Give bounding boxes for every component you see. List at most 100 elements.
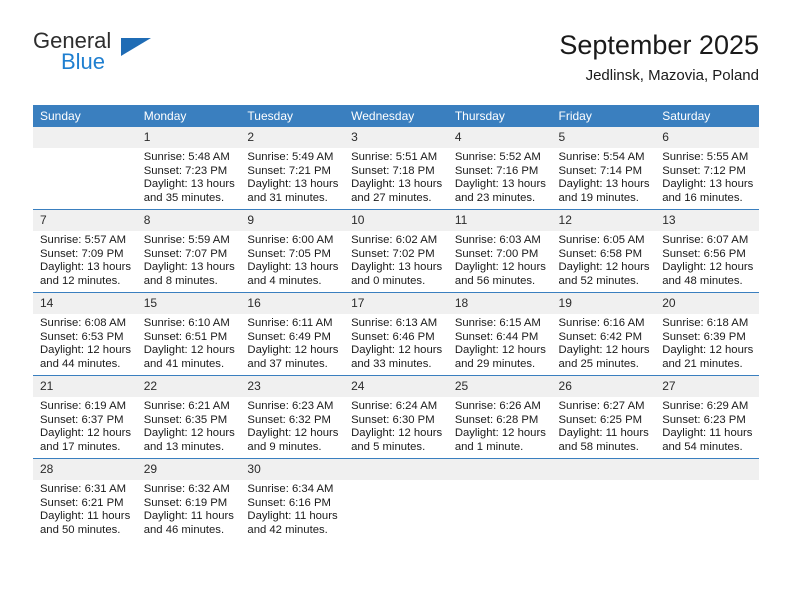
daylight-text-line2: and 12 minutes. (40, 274, 121, 287)
day-number: 26 (551, 376, 656, 397)
calendar-day-cell[interactable]: 16 Sunrise: 6:11 AM Sunset: 6:49 PM Dayligh… (240, 292, 345, 376)
daylight-text-line2: and 56 minutes. (454, 274, 536, 287)
calendar-day-cell[interactable]: 1 Sunrise: 5:48 AM Sunset: 7:23 PM Daylight… (136, 127, 241, 210)
weekday-header-sunday: Sunday (33, 105, 137, 127)
sunrise-text: Sunrise: 6:19 AM (40, 400, 127, 412)
sunrise-text: Sunrise: 5:49 AM (247, 151, 334, 163)
calendar-day-cell[interactable]: 11 Sunrise: 6:03 AM Sunset: 7:00 PM Dayligh… (447, 209, 552, 293)
calendar-cell-inner (344, 459, 448, 541)
day-number: 23 (240, 376, 345, 397)
daylight-text-line1: Daylight: 12 hours (454, 427, 546, 440)
day-info: Sunrise: 6:00 AM Sunset: 7:05 PM Daylight:… (240, 231, 344, 288)
daylight-text-line2: and 5 minutes. (351, 440, 426, 453)
sunrise-text: Sunrise: 6:07 AM (662, 234, 749, 246)
calendar-day-cell[interactable]: 30 Sunrise: 6:34 AM Sunset: 6:16 PM Dayligh… (240, 458, 345, 541)
calendar-day-cell[interactable]: 10 Sunrise: 6:02 AM Sunset: 7:02 PM Dayligh… (344, 209, 448, 293)
calendar-day-cell[interactable]: 7 Sunrise: 5:57 AM Sunset: 7:09 PM Daylight… (33, 209, 137, 293)
sunrise-text: Sunrise: 5:51 AM (351, 151, 438, 163)
sunset-text: Sunset: 6:35 PM (143, 413, 228, 426)
general-blue-logo[interactable]: General Blue (33, 28, 233, 88)
calendar-day-cell[interactable]: 5 Sunrise: 5:54 AM Sunset: 7:14 PM Daylight… (551, 127, 656, 210)
calendar-cell-inner: 9 Sunrise: 6:00 AM Sunset: 7:05 PM Daylight… (240, 210, 345, 293)
sunrise-text: Sunrise: 5:59 AM (143, 234, 230, 246)
sunset-text: Sunset: 6:21 PM (40, 496, 124, 509)
calendar-cell-inner: 11 Sunrise: 6:03 AM Sunset: 7:00 PM Dayligh… (447, 210, 552, 293)
day-number: 15 (136, 293, 241, 314)
sunset-text: Sunset: 6:39 PM (662, 330, 746, 343)
sunset-text: Sunset: 7:14 PM (558, 164, 643, 177)
calendar-day-cell[interactable]: 27 Sunrise: 6:29 AM Sunset: 6:23 PM Dayligh… (655, 375, 759, 459)
day-number: 16 (240, 293, 345, 314)
calendar-page: General Blue September 2025 Jedlinsk, Ma… (0, 0, 792, 612)
page-title: September 2025 (559, 30, 759, 60)
calendar-cell-inner: 30 Sunrise: 6:34 AM Sunset: 6:16 PM Dayligh… (240, 459, 345, 541)
calendar-day-cell[interactable]: 26 Sunrise: 6:27 AM Sunset: 6:25 PM Dayligh… (551, 375, 656, 459)
calendar-day-cell[interactable]: 24 Sunrise: 6:24 AM Sunset: 6:30 PM Dayligh… (344, 375, 448, 459)
sunrise-text: Sunrise: 6:08 AM (40, 317, 127, 329)
daylight-text-line1: Daylight: 13 hours (558, 178, 650, 191)
sunrise-text: Sunrise: 6:16 AM (558, 317, 645, 329)
day-number: 22 (136, 376, 241, 397)
calendar-day-cell[interactable]: 6 Sunrise: 5:55 AM Sunset: 7:12 PM Daylight… (655, 127, 759, 210)
daylight-text-line2: and 37 minutes. (247, 357, 328, 370)
calendar-day-cell[interactable]: 22 Sunrise: 6:21 AM Sunset: 6:35 PM Dayligh… (136, 375, 241, 459)
calendar-day-cell[interactable]: 17 Sunrise: 6:13 AM Sunset: 6:46 PM Dayligh… (344, 292, 448, 376)
sunset-text: Sunset: 7:00 PM (454, 247, 539, 260)
sunset-text: Sunset: 7:12 PM (662, 164, 746, 177)
daylight-text-line1: Daylight: 12 hours (143, 344, 235, 357)
daylight-text-line1: Daylight: 13 hours (143, 178, 235, 191)
logo-text-blue: Blue (61, 49, 106, 74)
daylight-text-line1: Daylight: 12 hours (351, 344, 443, 357)
day-info: Sunrise: 6:24 AM Sunset: 6:30 PM Daylight:… (344, 397, 448, 454)
calendar-day-cell[interactable]: 13 Sunrise: 6:07 AM Sunset: 6:56 PM Dayligh… (655, 209, 759, 293)
day-number: 4 (447, 127, 552, 148)
day-number (33, 127, 137, 148)
day-number: 25 (447, 376, 552, 397)
daylight-text-line1: Daylight: 12 hours (454, 344, 546, 357)
calendar-cell-inner: 28 Sunrise: 6:31 AM Sunset: 6:21 PM Dayligh… (33, 459, 137, 541)
calendar-day-cell[interactable]: 28 Sunrise: 6:31 AM Sunset: 6:21 PM Dayligh… (33, 458, 137, 541)
day-number: 27 (655, 376, 759, 397)
day-info: Sunrise: 5:59 AM Sunset: 7:07 PM Daylight:… (137, 231, 241, 288)
calendar-week-row: 1 Sunrise: 5:48 AM Sunset: 7:23 PM Daylight… (33, 127, 759, 210)
calendar-day-cell[interactable]: 21 Sunrise: 6:19 AM Sunset: 6:37 PM Dayligh… (33, 375, 137, 459)
calendar-cell-empty (551, 458, 656, 541)
calendar-day-cell[interactable]: 23 Sunrise: 6:23 AM Sunset: 6:32 PM Dayligh… (240, 375, 345, 459)
sunrise-text: Sunrise: 6:10 AM (143, 317, 230, 329)
day-number (655, 459, 759, 480)
calendar-day-cell[interactable]: 14 Sunrise: 6:08 AM Sunset: 6:53 PM Dayligh… (33, 292, 137, 376)
day-number: 13 (655, 210, 759, 231)
calendar-day-cell[interactable]: 19 Sunrise: 6:16 AM Sunset: 6:42 PM Dayligh… (551, 292, 656, 376)
sunrise-text: Sunrise: 6:34 AM (247, 483, 334, 495)
sunrise-text: Sunrise: 5:48 AM (143, 151, 230, 163)
calendar-cell-inner: 20 Sunrise: 6:18 AM Sunset: 6:39 PM Dayligh… (655, 293, 759, 376)
calendar-day-cell[interactable]: 12 Sunrise: 6:05 AM Sunset: 6:58 PM Dayligh… (551, 209, 656, 293)
calendar-cell-inner: 3 Sunrise: 5:51 AM Sunset: 7:18 PM Daylight… (344, 127, 448, 209)
daylight-text-line1: Daylight: 12 hours (558, 261, 650, 274)
weekday-header-friday: Friday (551, 105, 656, 127)
sunrise-text: Sunrise: 6:11 AM (247, 317, 333, 329)
weekday-header-saturday: Saturday (655, 105, 759, 127)
calendar-cell-inner: 23 Sunrise: 6:23 AM Sunset: 6:32 PM Dayligh… (240, 376, 345, 459)
calendar-day-cell[interactable]: 18 Sunrise: 6:15 AM Sunset: 6:44 PM Dayligh… (447, 292, 552, 376)
sunset-text: Sunset: 6:23 PM (662, 413, 746, 426)
calendar-day-cell[interactable]: 4 Sunrise: 5:52 AM Sunset: 7:16 PM Daylight… (447, 127, 552, 210)
calendar-cell-inner: 19 Sunrise: 6:16 AM Sunset: 6:42 PM Dayligh… (551, 293, 656, 376)
calendar-day-cell[interactable]: 29 Sunrise: 6:32 AM Sunset: 6:19 PM Dayligh… (136, 458, 241, 541)
day-info: Sunrise: 6:34 AM Sunset: 6:16 PM Daylight:… (240, 480, 344, 537)
sunset-text: Sunset: 6:37 PM (40, 413, 124, 426)
calendar-day-cell[interactable]: 15 Sunrise: 6:10 AM Sunset: 6:51 PM Dayligh… (136, 292, 241, 376)
calendar-day-cell[interactable]: 9 Sunrise: 6:00 AM Sunset: 7:05 PM Daylight… (240, 209, 345, 293)
calendar-day-cell[interactable]: 25 Sunrise: 6:26 AM Sunset: 6:28 PM Dayligh… (447, 375, 552, 459)
day-info: Sunrise: 6:13 AM Sunset: 6:46 PM Daylight:… (344, 314, 448, 371)
day-number: 6 (655, 127, 759, 148)
calendar-day-cell[interactable]: 2 Sunrise: 5:49 AM Sunset: 7:21 PM Daylight… (240, 127, 345, 210)
calendar-day-cell[interactable]: 20 Sunrise: 6:18 AM Sunset: 6:39 PM Dayligh… (655, 292, 759, 376)
daylight-text-line1: Daylight: 12 hours (662, 261, 754, 274)
day-number: 5 (551, 127, 656, 148)
calendar-day-cell[interactable]: 3 Sunrise: 5:51 AM Sunset: 7:18 PM Daylight… (344, 127, 448, 210)
calendar-day-cell[interactable]: 8 Sunrise: 5:59 AM Sunset: 7:07 PM Daylight… (136, 209, 241, 293)
daylight-text-line1: Daylight: 11 hours (40, 510, 131, 523)
calendar-cell-inner: 1 Sunrise: 5:48 AM Sunset: 7:23 PM Daylight… (136, 127, 241, 209)
daylight-text-line1: Daylight: 12 hours (247, 427, 339, 440)
